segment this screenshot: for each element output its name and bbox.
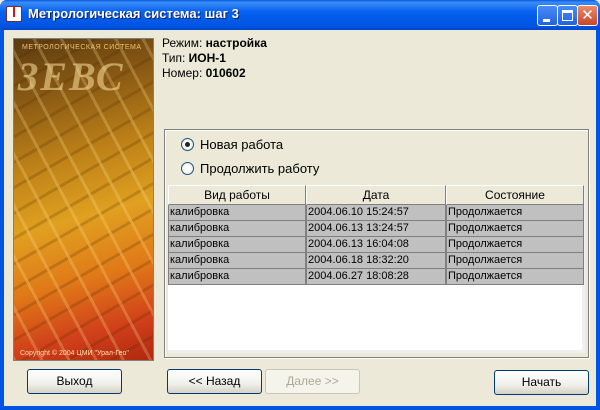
cell-work-type: калибровка — [168, 221, 306, 237]
cell-date: 2004.06.13 13:24:57 — [306, 221, 446, 237]
mode-value: настройка — [205, 36, 267, 50]
table-header: Вид работы Дата Состояние — [168, 185, 585, 205]
new-work-label[interactable]: Новая работа — [200, 137, 283, 152]
table-row[interactable]: калибровка 2004.06.18 18:32:20 Продолжае… — [168, 253, 584, 269]
banner-subtitle: МЕТРОЛОГИЧЕСКАЯ СИСТЕМА — [22, 44, 142, 51]
cell-status: Продолжается — [446, 269, 584, 285]
column-header-status[interactable]: Состояние — [446, 185, 584, 205]
app-icon[interactable]: ꟾ — [6, 6, 22, 22]
column-header-date[interactable]: Дата — [306, 185, 446, 205]
type-value: ИОН-1 — [188, 51, 226, 65]
back-button[interactable]: << Назад — [167, 369, 262, 394]
cell-status: Продолжается — [446, 237, 584, 253]
mode-row: Режим: настройка — [162, 36, 267, 51]
number-value: 010602 — [205, 66, 246, 80]
zevs-banner-image: МЕТРОЛОГИЧЕСКАЯ СИСТЕМА ЗЕВС Copyright ©… — [13, 38, 154, 361]
cell-date: 2004.06.10 15:24:57 — [306, 205, 446, 221]
new-work-radio[interactable]: Новая работа — [181, 137, 381, 153]
table-row[interactable]: калибровка 2004.06.27 18:08:28 Продолжае… — [168, 269, 584, 285]
type-row: Тип: ИОН-1 — [162, 51, 267, 66]
work-table[interactable]: Вид работы Дата Состояние калибровка 200… — [168, 185, 585, 353]
cell-work-type: калибровка — [168, 237, 306, 253]
window-title: Метрологическая система: шаг 3 — [28, 6, 239, 21]
cell-status: Продолжается — [446, 205, 584, 221]
title-bar[interactable]: ꟾ Метрологическая система: шаг 3 ✕ — [0, 0, 600, 30]
cell-work-type: калибровка — [168, 205, 306, 221]
number-label: Номер: — [162, 66, 206, 80]
close-icon: ✕ — [581, 7, 594, 24]
app-window: ꟾ Метрологическая система: шаг 3 ✕ МЕТРО… — [0, 0, 600, 410]
continue-work-radio[interactable]: Продолжить работу — [181, 161, 381, 177]
type-label: Тип: — [162, 51, 189, 65]
radio-checked-icon[interactable] — [181, 138, 194, 151]
next-button[interactable]: Далее >> — [265, 369, 360, 394]
minimize-button[interactable] — [537, 5, 558, 26]
cell-date: 2004.06.27 18:08:28 — [306, 269, 446, 285]
cell-work-type: калибровка — [168, 253, 306, 269]
maximize-button[interactable] — [557, 5, 578, 26]
start-button[interactable]: Начать — [494, 370, 589, 395]
cell-status: Продолжается — [446, 221, 584, 237]
dialog-body: МЕТРОЛОГИЧЕСКАЯ СИСТЕМА ЗЕВС Copyright ©… — [4, 30, 596, 406]
close-button[interactable]: ✕ — [577, 5, 598, 26]
cell-date: 2004.06.18 18:32:20 — [306, 253, 446, 269]
banner-logo: ЗЕВС — [18, 54, 125, 99]
cell-work-type: калибровка — [168, 269, 306, 285]
minimize-icon — [543, 19, 550, 22]
cell-status: Продолжается — [446, 253, 584, 269]
exit-button[interactable]: Выход — [27, 369, 122, 394]
table-body: калибровка 2004.06.10 15:24:57 Продолжае… — [168, 205, 584, 285]
radio-unchecked-icon[interactable] — [181, 162, 194, 175]
work-selection-group: Новая работа Продолжить работу Вид работ… — [164, 129, 589, 358]
continue-work-label[interactable]: Продолжить работу — [200, 161, 319, 176]
table-row[interactable]: калибровка 2004.06.10 15:24:57 Продолжае… — [168, 205, 584, 221]
maximize-icon — [562, 10, 573, 21]
device-info: Режим: настройка Тип: ИОН-1 Номер: 01060… — [162, 36, 267, 81]
cell-date: 2004.06.13 16:04:08 — [306, 237, 446, 253]
banner-copyright: Copyright © 2004 ЦМИ "Урал-Гео" — [20, 350, 129, 357]
table-row[interactable]: калибровка 2004.06.13 16:04:08 Продолжае… — [168, 237, 584, 253]
number-row: Номер: 010602 — [162, 66, 267, 81]
table-row[interactable]: калибровка 2004.06.13 13:24:57 Продолжае… — [168, 221, 584, 237]
mode-label: Режим: — [162, 36, 206, 50]
column-header-work-type[interactable]: Вид работы — [168, 185, 306, 205]
